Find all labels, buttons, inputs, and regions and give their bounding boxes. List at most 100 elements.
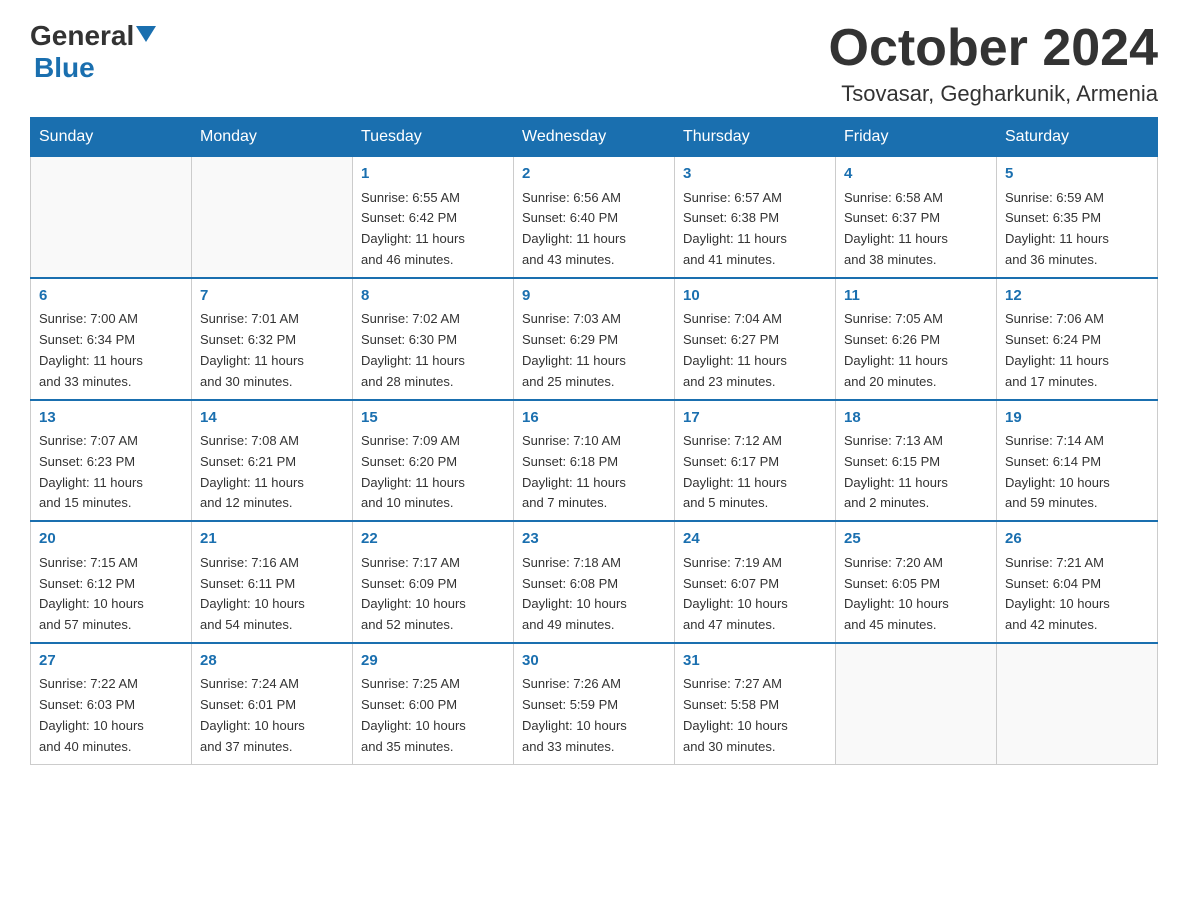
day-number: 16	[522, 407, 666, 430]
calendar-cell	[31, 157, 192, 278]
day-number: 31	[683, 650, 827, 673]
calendar-cell: 21Sunrise: 7:16 AMSunset: 6:11 PMDayligh…	[192, 521, 353, 643]
title-area: October 2024 Tsovasar, Gegharkunik, Arme…	[829, 20, 1159, 107]
week-row-5: 27Sunrise: 7:22 AMSunset: 6:03 PMDayligh…	[31, 643, 1158, 764]
location-title: Tsovasar, Gegharkunik, Armenia	[829, 81, 1159, 107]
day-number: 27	[39, 650, 183, 673]
weekday-header-thursday: Thursday	[675, 118, 836, 157]
weekday-header-friday: Friday	[836, 118, 997, 157]
day-number: 2	[522, 163, 666, 186]
day-number: 10	[683, 285, 827, 308]
calendar-cell: 6Sunrise: 7:00 AMSunset: 6:34 PMDaylight…	[31, 278, 192, 400]
weekday-header-row: SundayMondayTuesdayWednesdayThursdayFrid…	[31, 118, 1158, 157]
day-number: 5	[1005, 163, 1149, 186]
day-number: 30	[522, 650, 666, 673]
day-info: Sunrise: 7:16 AMSunset: 6:11 PMDaylight:…	[200, 553, 344, 636]
day-info: Sunrise: 7:08 AMSunset: 6:21 PMDaylight:…	[200, 431, 344, 514]
calendar-cell: 3Sunrise: 6:57 AMSunset: 6:38 PMDaylight…	[675, 157, 836, 278]
day-info: Sunrise: 6:55 AMSunset: 6:42 PMDaylight:…	[361, 188, 505, 271]
day-number: 11	[844, 285, 988, 308]
calendar-cell: 16Sunrise: 7:10 AMSunset: 6:18 PMDayligh…	[514, 400, 675, 522]
day-info: Sunrise: 7:15 AMSunset: 6:12 PMDaylight:…	[39, 553, 183, 636]
day-info: Sunrise: 7:18 AMSunset: 6:08 PMDaylight:…	[522, 553, 666, 636]
weekday-header-sunday: Sunday	[31, 118, 192, 157]
calendar-cell: 24Sunrise: 7:19 AMSunset: 6:07 PMDayligh…	[675, 521, 836, 643]
day-number: 15	[361, 407, 505, 430]
day-number: 28	[200, 650, 344, 673]
logo: General Blue	[30, 20, 156, 84]
week-row-2: 6Sunrise: 7:00 AMSunset: 6:34 PMDaylight…	[31, 278, 1158, 400]
week-row-4: 20Sunrise: 7:15 AMSunset: 6:12 PMDayligh…	[31, 521, 1158, 643]
calendar-cell: 23Sunrise: 7:18 AMSunset: 6:08 PMDayligh…	[514, 521, 675, 643]
day-number: 20	[39, 528, 183, 551]
logo-blue-text: Blue	[34, 52, 95, 83]
week-row-1: 1Sunrise: 6:55 AMSunset: 6:42 PMDaylight…	[31, 157, 1158, 278]
calendar-cell	[192, 157, 353, 278]
day-info: Sunrise: 7:24 AMSunset: 6:01 PMDaylight:…	[200, 674, 344, 757]
day-info: Sunrise: 7:27 AMSunset: 5:58 PMDaylight:…	[683, 674, 827, 757]
calendar-cell: 14Sunrise: 7:08 AMSunset: 6:21 PMDayligh…	[192, 400, 353, 522]
day-info: Sunrise: 7:10 AMSunset: 6:18 PMDaylight:…	[522, 431, 666, 514]
day-number: 14	[200, 407, 344, 430]
day-info: Sunrise: 7:04 AMSunset: 6:27 PMDaylight:…	[683, 309, 827, 392]
calendar-cell	[997, 643, 1158, 764]
weekday-header-tuesday: Tuesday	[353, 118, 514, 157]
day-info: Sunrise: 7:26 AMSunset: 5:59 PMDaylight:…	[522, 674, 666, 757]
calendar-cell: 5Sunrise: 6:59 AMSunset: 6:35 PMDaylight…	[997, 157, 1158, 278]
day-info: Sunrise: 6:57 AMSunset: 6:38 PMDaylight:…	[683, 188, 827, 271]
day-number: 7	[200, 285, 344, 308]
day-info: Sunrise: 6:59 AMSunset: 6:35 PMDaylight:…	[1005, 188, 1149, 271]
calendar-cell: 19Sunrise: 7:14 AMSunset: 6:14 PMDayligh…	[997, 400, 1158, 522]
day-number: 12	[1005, 285, 1149, 308]
day-number: 3	[683, 163, 827, 186]
calendar-cell: 15Sunrise: 7:09 AMSunset: 6:20 PMDayligh…	[353, 400, 514, 522]
calendar-cell: 29Sunrise: 7:25 AMSunset: 6:00 PMDayligh…	[353, 643, 514, 764]
day-number: 29	[361, 650, 505, 673]
logo-triangle-icon	[136, 26, 156, 42]
day-number: 25	[844, 528, 988, 551]
day-info: Sunrise: 7:05 AMSunset: 6:26 PMDaylight:…	[844, 309, 988, 392]
calendar-cell: 10Sunrise: 7:04 AMSunset: 6:27 PMDayligh…	[675, 278, 836, 400]
day-number: 4	[844, 163, 988, 186]
day-info: Sunrise: 7:22 AMSunset: 6:03 PMDaylight:…	[39, 674, 183, 757]
calendar-cell: 31Sunrise: 7:27 AMSunset: 5:58 PMDayligh…	[675, 643, 836, 764]
day-info: Sunrise: 7:20 AMSunset: 6:05 PMDaylight:…	[844, 553, 988, 636]
logo-general-text: General	[30, 20, 134, 52]
day-number: 9	[522, 285, 666, 308]
day-info: Sunrise: 7:09 AMSunset: 6:20 PMDaylight:…	[361, 431, 505, 514]
day-info: Sunrise: 7:01 AMSunset: 6:32 PMDaylight:…	[200, 309, 344, 392]
calendar-cell: 17Sunrise: 7:12 AMSunset: 6:17 PMDayligh…	[675, 400, 836, 522]
day-info: Sunrise: 6:56 AMSunset: 6:40 PMDaylight:…	[522, 188, 666, 271]
day-number: 22	[361, 528, 505, 551]
day-info: Sunrise: 7:21 AMSunset: 6:04 PMDaylight:…	[1005, 553, 1149, 636]
weekday-header-monday: Monday	[192, 118, 353, 157]
calendar-cell: 28Sunrise: 7:24 AMSunset: 6:01 PMDayligh…	[192, 643, 353, 764]
calendar-cell: 30Sunrise: 7:26 AMSunset: 5:59 PMDayligh…	[514, 643, 675, 764]
calendar-cell: 12Sunrise: 7:06 AMSunset: 6:24 PMDayligh…	[997, 278, 1158, 400]
weekday-header-wednesday: Wednesday	[514, 118, 675, 157]
day-number: 21	[200, 528, 344, 551]
day-info: Sunrise: 7:07 AMSunset: 6:23 PMDaylight:…	[39, 431, 183, 514]
calendar-cell: 4Sunrise: 6:58 AMSunset: 6:37 PMDaylight…	[836, 157, 997, 278]
day-number: 1	[361, 163, 505, 186]
week-row-3: 13Sunrise: 7:07 AMSunset: 6:23 PMDayligh…	[31, 400, 1158, 522]
day-info: Sunrise: 7:19 AMSunset: 6:07 PMDaylight:…	[683, 553, 827, 636]
calendar-cell: 1Sunrise: 6:55 AMSunset: 6:42 PMDaylight…	[353, 157, 514, 278]
calendar-cell: 8Sunrise: 7:02 AMSunset: 6:30 PMDaylight…	[353, 278, 514, 400]
day-number: 24	[683, 528, 827, 551]
calendar-cell: 11Sunrise: 7:05 AMSunset: 6:26 PMDayligh…	[836, 278, 997, 400]
day-number: 17	[683, 407, 827, 430]
day-number: 8	[361, 285, 505, 308]
day-number: 23	[522, 528, 666, 551]
header: General Blue October 2024 Tsovasar, Gegh…	[30, 20, 1158, 107]
day-info: Sunrise: 7:02 AMSunset: 6:30 PMDaylight:…	[361, 309, 505, 392]
day-info: Sunrise: 7:25 AMSunset: 6:00 PMDaylight:…	[361, 674, 505, 757]
day-info: Sunrise: 7:17 AMSunset: 6:09 PMDaylight:…	[361, 553, 505, 636]
day-number: 19	[1005, 407, 1149, 430]
day-info: Sunrise: 7:13 AMSunset: 6:15 PMDaylight:…	[844, 431, 988, 514]
calendar-cell: 27Sunrise: 7:22 AMSunset: 6:03 PMDayligh…	[31, 643, 192, 764]
calendar-cell: 26Sunrise: 7:21 AMSunset: 6:04 PMDayligh…	[997, 521, 1158, 643]
calendar-cell: 13Sunrise: 7:07 AMSunset: 6:23 PMDayligh…	[31, 400, 192, 522]
day-info: Sunrise: 6:58 AMSunset: 6:37 PMDaylight:…	[844, 188, 988, 271]
day-info: Sunrise: 7:14 AMSunset: 6:14 PMDaylight:…	[1005, 431, 1149, 514]
